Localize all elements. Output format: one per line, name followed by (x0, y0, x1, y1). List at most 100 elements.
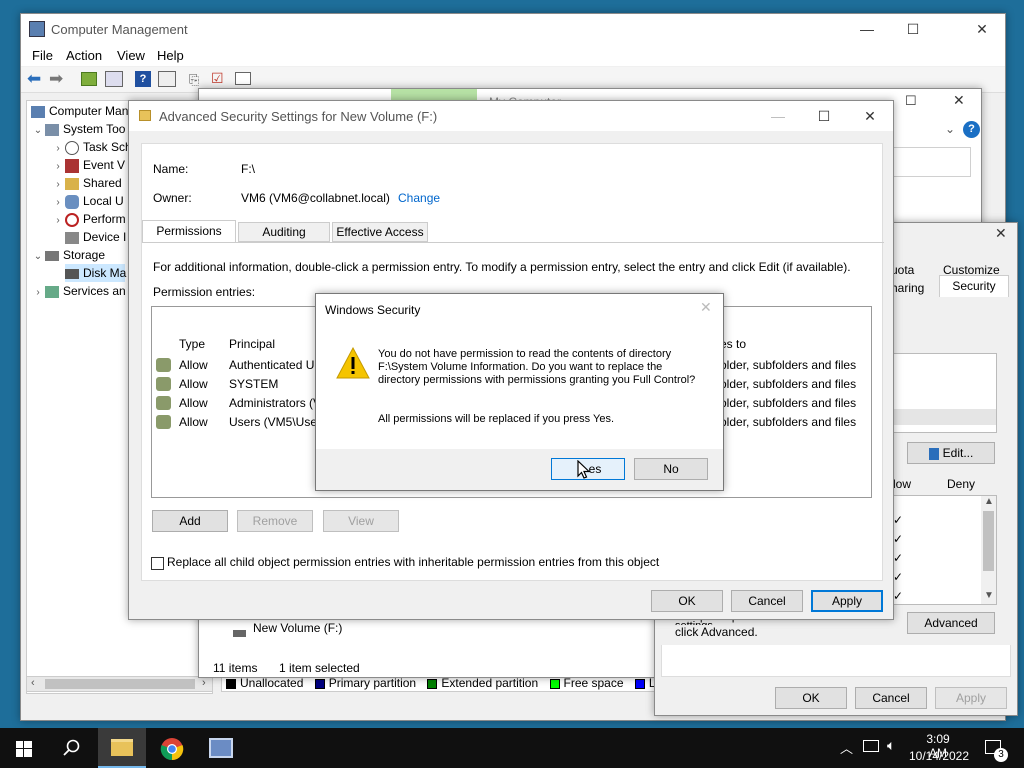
chevron-right-icon[interactable]: › (31, 284, 45, 302)
adv-maximize-button[interactable]: ☐ (801, 101, 847, 131)
taskbar: ︿ 🔈︎ 3:09 AM 10/14/2022 3 (0, 728, 1024, 768)
taskbar-date[interactable]: 10/14/2022 (908, 749, 970, 763)
close-button[interactable]: ✕ (959, 14, 1005, 44)
file-explorer-icon[interactable] (111, 739, 133, 756)
checkmark-icon: ✓ (893, 570, 904, 584)
connect-icon[interactable]: ⎘ (189, 72, 199, 88)
cm-menubar: File Action View Help (21, 44, 1005, 66)
users-group-icon (156, 358, 171, 372)
tree-performance[interactable]: › Perform (51, 210, 126, 228)
advanced-button[interactable]: Advanced (907, 612, 995, 634)
computer-management-taskbar-icon[interactable] (209, 738, 233, 758)
legend-free: Free space (549, 676, 624, 690)
menu-help[interactable]: Help (157, 48, 184, 63)
adv-ok-button[interactable]: OK (651, 590, 723, 612)
chevron-right-icon[interactable]: › (51, 212, 65, 230)
props-ok-button[interactable]: OK (775, 687, 847, 709)
menu-file[interactable]: File (32, 48, 53, 63)
view-button[interactable]: View (323, 510, 399, 532)
dialog-close-button[interactable]: ✕ (700, 299, 712, 316)
props-apply-button[interactable]: Apply (935, 687, 1007, 709)
search-icon[interactable] (63, 739, 81, 757)
explorer-expand-icon[interactable]: ⌄ (945, 122, 955, 136)
scroll-right-icon[interactable]: › (202, 677, 206, 689)
minimize-button[interactable]: — (844, 14, 890, 44)
tree-system-tools[interactable]: ⌄ System Too (31, 120, 126, 140)
owner-label: Owner: (153, 191, 192, 205)
tab-permissions[interactable]: Permissions (142, 220, 236, 242)
adv-apply-button[interactable]: Apply (811, 590, 883, 612)
tree-services[interactable]: › Services an (31, 282, 125, 302)
tab-effective-access[interactable]: Effective Access (332, 222, 428, 242)
chevron-down-icon[interactable]: ⌄ (31, 122, 45, 140)
dialog-no-button[interactable]: No (634, 458, 708, 480)
disk-icon (65, 268, 79, 279)
info-text: For additional information, double-click… (153, 260, 851, 274)
view-icon[interactable] (235, 72, 251, 85)
legend-swatch (427, 678, 438, 689)
scroll-thumb[interactable] (983, 511, 994, 571)
scroll-down-icon[interactable]: ▼ (984, 590, 994, 601)
tab-auditing[interactable]: Auditing (238, 222, 330, 242)
properties-close-button[interactable]: ✕ (995, 225, 1007, 242)
adv-cancel-button[interactable]: Cancel (731, 590, 803, 612)
edit-button[interactable]: Edit... (907, 442, 995, 464)
tree-local-users[interactable]: › Local U (51, 192, 124, 210)
volume-icon[interactable]: 🔈︎ (887, 737, 895, 754)
explorer-maximize-button[interactable]: ☐ (905, 93, 917, 109)
windows-security-dialog: Windows Security ✕ You do not have permi… (315, 293, 724, 491)
device-manager-icon (65, 231, 79, 244)
scroll-thumb[interactable] (45, 679, 195, 689)
tree-event-viewer[interactable]: › Event V (51, 156, 125, 174)
properties-icon[interactable] (158, 71, 176, 87)
col-principal-header[interactable]: Principal (229, 337, 275, 351)
tab-quota[interactable]: uota (891, 263, 914, 277)
tree-task-scheduler[interactable]: › Task Sch (51, 138, 132, 156)
menu-view[interactable]: View (117, 48, 145, 63)
menu-action[interactable]: Action (66, 48, 102, 63)
show-hidden-icons-icon[interactable]: ︿ (840, 738, 853, 757)
change-owner-link[interactable]: Change (398, 191, 440, 205)
tree-disk-management[interactable]: Disk Ma (65, 264, 126, 282)
tree-root[interactable]: Computer Man (31, 102, 128, 120)
props-cancel-button[interactable]: Cancel (855, 687, 927, 709)
legend-swatch (226, 678, 236, 689)
tab-security[interactable]: Security (939, 275, 1009, 297)
checkmark-icon: ✓ (893, 532, 904, 546)
maximize-button[interactable]: ☐ (890, 14, 936, 44)
show-hide-tree-icon[interactable] (105, 71, 123, 87)
legend-swatch (314, 678, 325, 689)
computer-management-icon (29, 21, 45, 37)
checklist-icon[interactable]: ☑ (211, 70, 224, 87)
replace-child-checkbox[interactable] (151, 557, 164, 570)
group-names-selected-row (892, 409, 996, 425)
chevron-down-icon[interactable]: ⌄ (31, 248, 45, 266)
tree-shared-folders[interactable]: › Shared (51, 174, 121, 192)
help-circle-icon[interactable]: ? (963, 121, 980, 138)
adv-minimize-button[interactable]: — (755, 101, 801, 131)
help-icon[interactable]: ? (135, 71, 151, 87)
network-icon[interactable] (863, 740, 879, 752)
computer-icon (31, 105, 45, 118)
forward-arrow-icon[interactable]: ➡ (49, 69, 63, 89)
replace-child-label[interactable]: Replace all child object permission entr… (167, 555, 659, 569)
adv-close-button[interactable]: ✕ (847, 101, 893, 131)
owner-value: VM6 (VM6@collabnet.local) (241, 191, 390, 205)
chrome-icon[interactable] (160, 737, 184, 761)
up-folder-icon[interactable] (81, 72, 97, 86)
tree-scrollbar[interactable]: ‹ › (26, 676, 213, 692)
add-button[interactable]: Add (152, 510, 228, 532)
windows-start-icon[interactable] (16, 741, 32, 757)
explorer-close-button[interactable]: ✕ (953, 92, 965, 109)
tab-sharing[interactable]: haring (891, 281, 924, 295)
tree-storage[interactable]: ⌄ Storage (31, 246, 105, 264)
col-type-header[interactable]: Type (179, 337, 205, 351)
explorer-new-volume[interactable]: New Volume (F:) (253, 621, 342, 635)
checkmark-icon: ✓ (893, 513, 904, 527)
back-arrow-icon[interactable]: ⬅ (27, 69, 41, 89)
scroll-up-icon[interactable]: ▲ (984, 496, 994, 507)
scroll-left-icon[interactable]: ‹ (31, 677, 35, 689)
explorer-search-box[interactable] (889, 147, 971, 177)
remove-button[interactable]: Remove (237, 510, 313, 532)
tree-device-manager[interactable]: Device I (65, 228, 126, 246)
